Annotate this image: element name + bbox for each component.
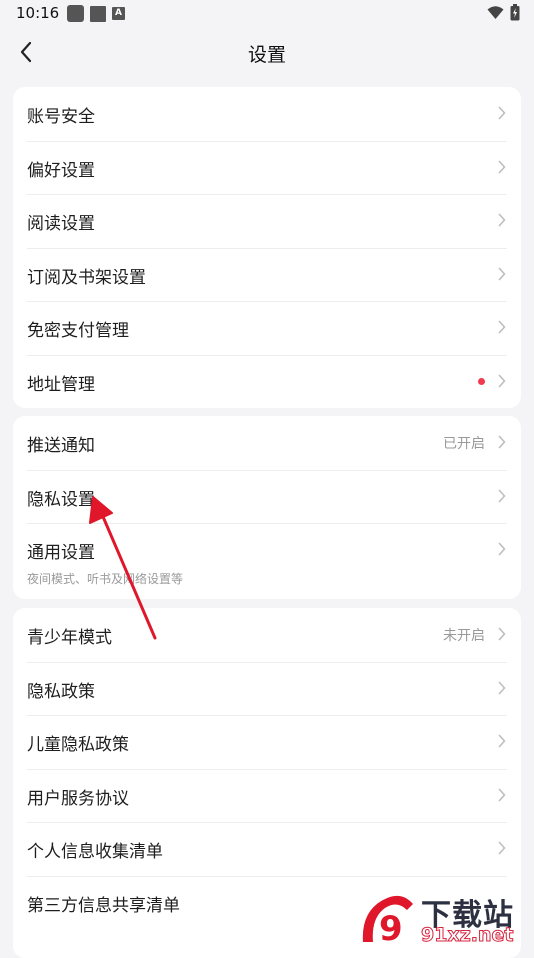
settings-item-subscription-bookshelf[interactable]: 订阅及书架设置 <box>13 247 521 302</box>
settings-group-account: 账号安全 偏好设置 阅读设置 订阅及书架设置 免密支付管理 地址管理 <box>13 87 521 408</box>
settings-item-status: 未开启 <box>443 628 485 644</box>
settings-item-privacy-policy[interactable]: 隐私政策 <box>13 661 521 716</box>
settings-item-label: 儿童隐私政策 <box>27 735 129 755</box>
watermark-logo-text: 9 <box>379 909 403 949</box>
watermark-url: 91xz.net <box>420 924 514 947</box>
app-notification-icon <box>67 5 84 22</box>
chevron-right-icon <box>498 841 506 855</box>
settings-item-label: 隐私政策 <box>27 681 95 702</box>
settings-item-teen-mode[interactable]: 青少年模式 未开启 <box>13 608 521 662</box>
chevron-right-icon <box>498 681 506 694</box>
settings-item-label: 阅读设置 <box>27 214 95 234</box>
settings-item-privacy-settings[interactable]: 隐私设置 <box>13 469 521 524</box>
battery-icon <box>510 4 520 21</box>
chevron-right-icon <box>498 627 506 641</box>
chevron-right-icon <box>498 267 506 280</box>
settings-item-label: 地址管理 <box>27 374 95 395</box>
chevron-right-icon <box>498 106 506 120</box>
settings-item-label: 推送通知 <box>27 436 95 456</box>
settings-item-address[interactable]: 地址管理 <box>13 354 521 409</box>
settings-item-label: 隐私设置 <box>27 489 95 510</box>
settings-item-preferences[interactable]: 偏好设置 <box>13 140 521 195</box>
settings-item-label: 账号安全 <box>27 107 95 127</box>
status-notification-icons: A <box>67 5 125 22</box>
settings-item-label: 个人信息收集清单 <box>27 842 163 862</box>
status-system-icons <box>487 4 520 21</box>
settings-item-personal-info-list[interactable]: 个人信息收集清单 <box>13 822 521 876</box>
navigation-bar: 设置 <box>0 28 534 76</box>
settings-item-account-security[interactable]: 账号安全 <box>13 87 521 141</box>
chevron-right-icon <box>498 542 506 556</box>
settings-item-label: 偏好设置 <box>27 160 95 181</box>
chevron-right-icon <box>498 160 506 173</box>
chevron-right-icon <box>498 435 506 449</box>
settings-item-label: 青少年模式 <box>27 628 112 648</box>
settings-item-user-agreement[interactable]: 用户服务协议 <box>13 768 521 823</box>
watermark-logo-icon: 9 <box>362 895 413 949</box>
settings-item-status: 已开启 <box>443 436 485 452</box>
status-time: 10:16 <box>16 4 60 22</box>
chevron-right-icon <box>498 320 506 334</box>
unread-dot-badge <box>478 377 485 385</box>
chevron-right-icon <box>498 734 506 748</box>
chevron-right-icon <box>498 489 506 502</box>
letter-notification-icon: A <box>112 7 125 20</box>
settings-item-label: 第三方信息共享清单 <box>27 895 180 916</box>
settings-group-general: 推送通知 已开启 隐私设置 通用设置 夜间模式、听书及网络设置等 <box>13 416 521 599</box>
chevron-right-icon <box>498 374 506 387</box>
settings-item-label: 通用设置 <box>27 543 95 563</box>
site-watermark: 9 下载站 91xz.net <box>357 888 532 950</box>
chevron-right-icon <box>498 213 506 227</box>
settings-item-reading[interactable]: 阅读设置 <box>13 194 521 248</box>
settings-item-label: 免密支付管理 <box>27 321 129 341</box>
settings-item-general-settings[interactable]: 通用设置 夜间模式、听书及网络设置等 <box>13 523 521 599</box>
status-bar: 10:16 A <box>0 0 534 28</box>
wifi-icon <box>487 6 504 19</box>
settings-item-child-privacy-policy[interactable]: 儿童隐私政策 <box>13 715 521 769</box>
settings-item-label: 订阅及书架设置 <box>27 267 146 288</box>
page-title: 设置 <box>247 44 286 66</box>
settings-item-password-free-payment[interactable]: 免密支付管理 <box>13 301 521 355</box>
app-notification-icon <box>90 5 106 22</box>
settings-item-label: 用户服务协议 <box>27 788 129 809</box>
chevron-right-icon <box>498 788 506 801</box>
settings-item-subtitle: 夜间模式、听书及网络设置等 <box>27 572 184 586</box>
settings-item-push-notifications[interactable]: 推送通知 已开启 <box>13 416 521 470</box>
